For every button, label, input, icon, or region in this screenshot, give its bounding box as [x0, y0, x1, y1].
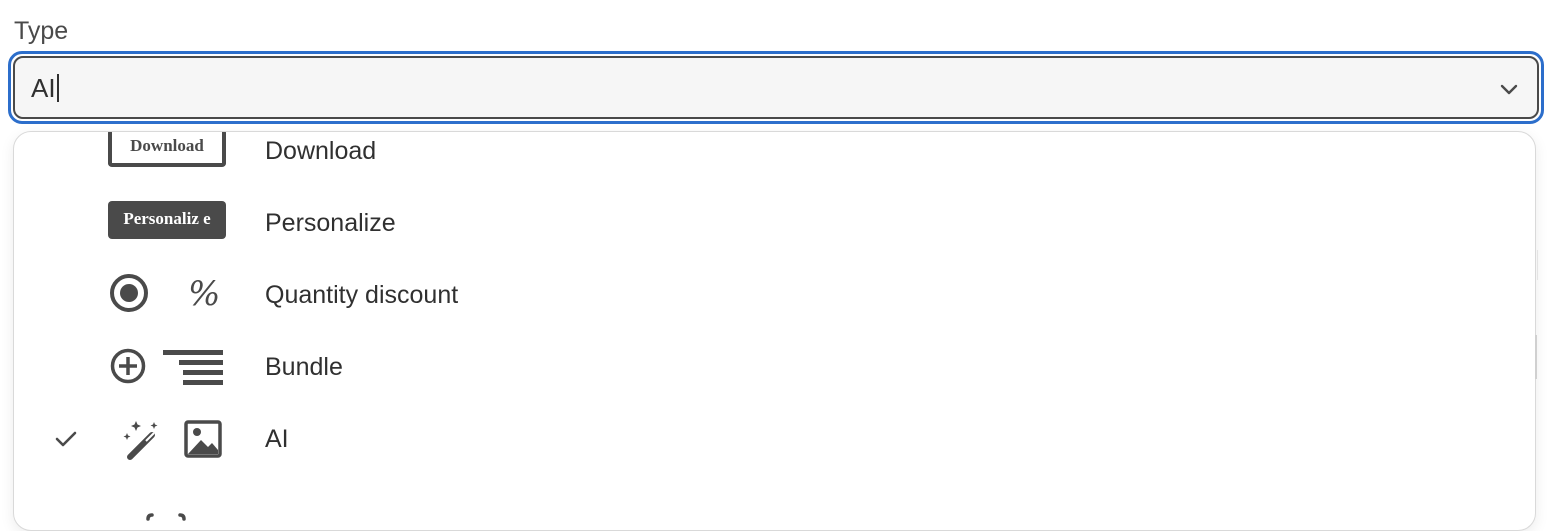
type-combobox-value[interactable]: AI [31, 72, 59, 104]
text-caret [56, 74, 59, 102]
checkmark-icon [55, 431, 77, 447]
download-badge: Download [108, 132, 226, 167]
option-quantity-discount[interactable]: % Quantity discount [14, 259, 1535, 331]
option-label: AI [265, 425, 289, 453]
download-badge-icon: Download [108, 132, 228, 173]
option-partial-next[interactable] [14, 475, 1535, 530]
radio-percent-icon: % [110, 274, 220, 314]
background-divider [1537, 250, 1538, 280]
combobox-value-text: AI [31, 73, 56, 103]
option-label: Download [265, 137, 377, 165]
option-label: Bundle [265, 353, 343, 381]
plus-list-icon [110, 348, 223, 385]
option-personalize[interactable]: Personaliz e Personalize [14, 187, 1535, 259]
type-options-listbox[interactable]: Download Download Personaliz e Personali… [13, 131, 1536, 531]
chevron-down-icon[interactable] [1495, 75, 1523, 103]
personalize-badge-icon: Personaliz e [108, 201, 228, 245]
type-field-label: Type [14, 17, 69, 45]
option-label: Quantity discount [265, 281, 459, 309]
option-ai[interactable]: AI [14, 403, 1535, 475]
braces-icon [146, 513, 186, 521]
svg-text:%: % [188, 274, 220, 314]
magic-wand-image-icon [123, 420, 222, 460]
option-label: Personalize [265, 209, 396, 237]
option-download[interactable]: Download Download [14, 132, 1535, 187]
option-bundle[interactable]: Bundle [14, 331, 1535, 403]
personalize-badge: Personaliz e [108, 201, 226, 239]
type-combobox[interactable]: AI [13, 56, 1539, 119]
background-scrollbar [1535, 335, 1537, 379]
